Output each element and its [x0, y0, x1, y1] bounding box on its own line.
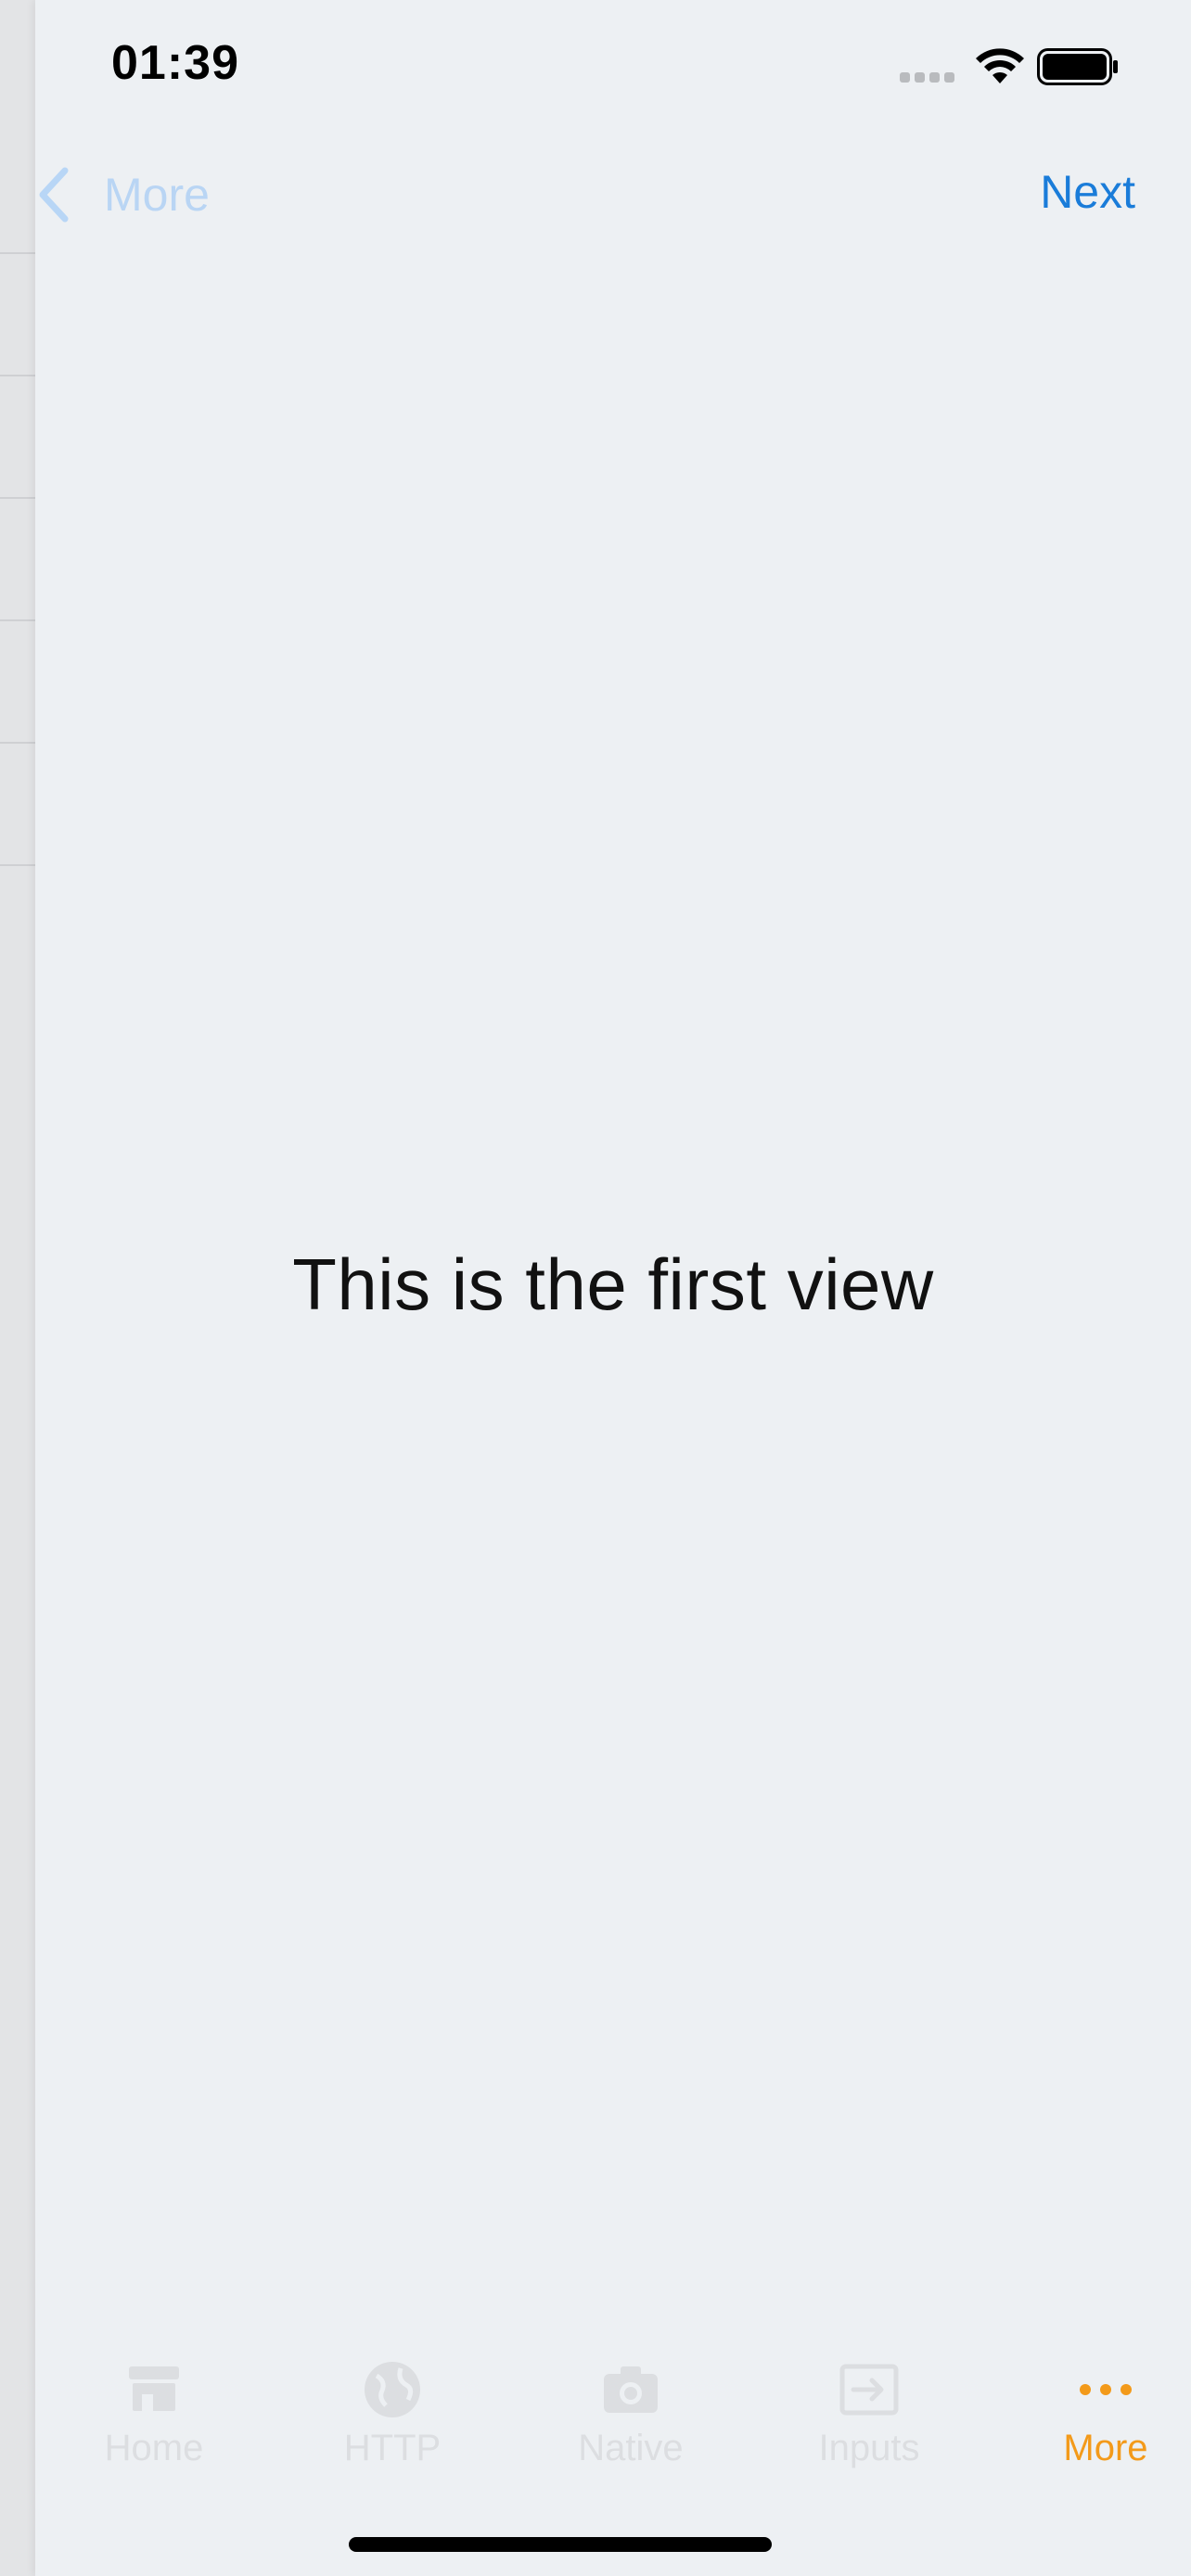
tab-http-label: HTTP	[343, 2428, 442, 2468]
status-time: 01:39	[111, 36, 239, 90]
tab-native[interactable]: Native	[538, 2346, 724, 2485]
store-icon	[129, 2366, 179, 2411]
list-separator	[0, 742, 37, 744]
camera-icon	[604, 2366, 658, 2413]
list-separator	[0, 864, 37, 866]
list-separator	[0, 619, 37, 621]
tab-http[interactable]: HTTP	[300, 2346, 485, 2485]
cellular-signal-icon	[900, 72, 957, 85]
list-separator	[0, 497, 37, 499]
back-button[interactable]: More	[35, 158, 210, 232]
wifi-icon	[976, 48, 1024, 83]
back-button-label: More	[104, 169, 210, 221]
tab-home[interactable]: Home	[61, 2346, 247, 2485]
list-separator	[0, 375, 37, 376]
tab-inputs[interactable]: Inputs	[776, 2346, 962, 2485]
globe-icon	[365, 2362, 420, 2417]
tab-more[interactable]: More	[1013, 2346, 1191, 2485]
more-dots-icon	[1080, 2384, 1132, 2395]
battery-icon	[1037, 48, 1118, 85]
underlying-list	[0, 0, 37, 2576]
tab-native-label: Native	[578, 2428, 684, 2468]
tab-bar: Home HTTP Native Inputs More	[35, 2346, 1191, 2485]
chevron-left-icon	[39, 167, 69, 223]
tab-inputs-label: Inputs	[818, 2428, 920, 2468]
tab-more-label: More	[1063, 2428, 1148, 2468]
first-view-screen: 01:39 More Next This is the first view H…	[35, 0, 1191, 2576]
input-icon	[839, 2364, 899, 2416]
tab-home-label: Home	[104, 2428, 204, 2468]
first-view-text: This is the first view	[292, 1243, 934, 1325]
list-separator	[0, 252, 37, 254]
home-indicator[interactable]	[349, 2537, 772, 2552]
next-button[interactable]: Next	[1040, 165, 1135, 219]
